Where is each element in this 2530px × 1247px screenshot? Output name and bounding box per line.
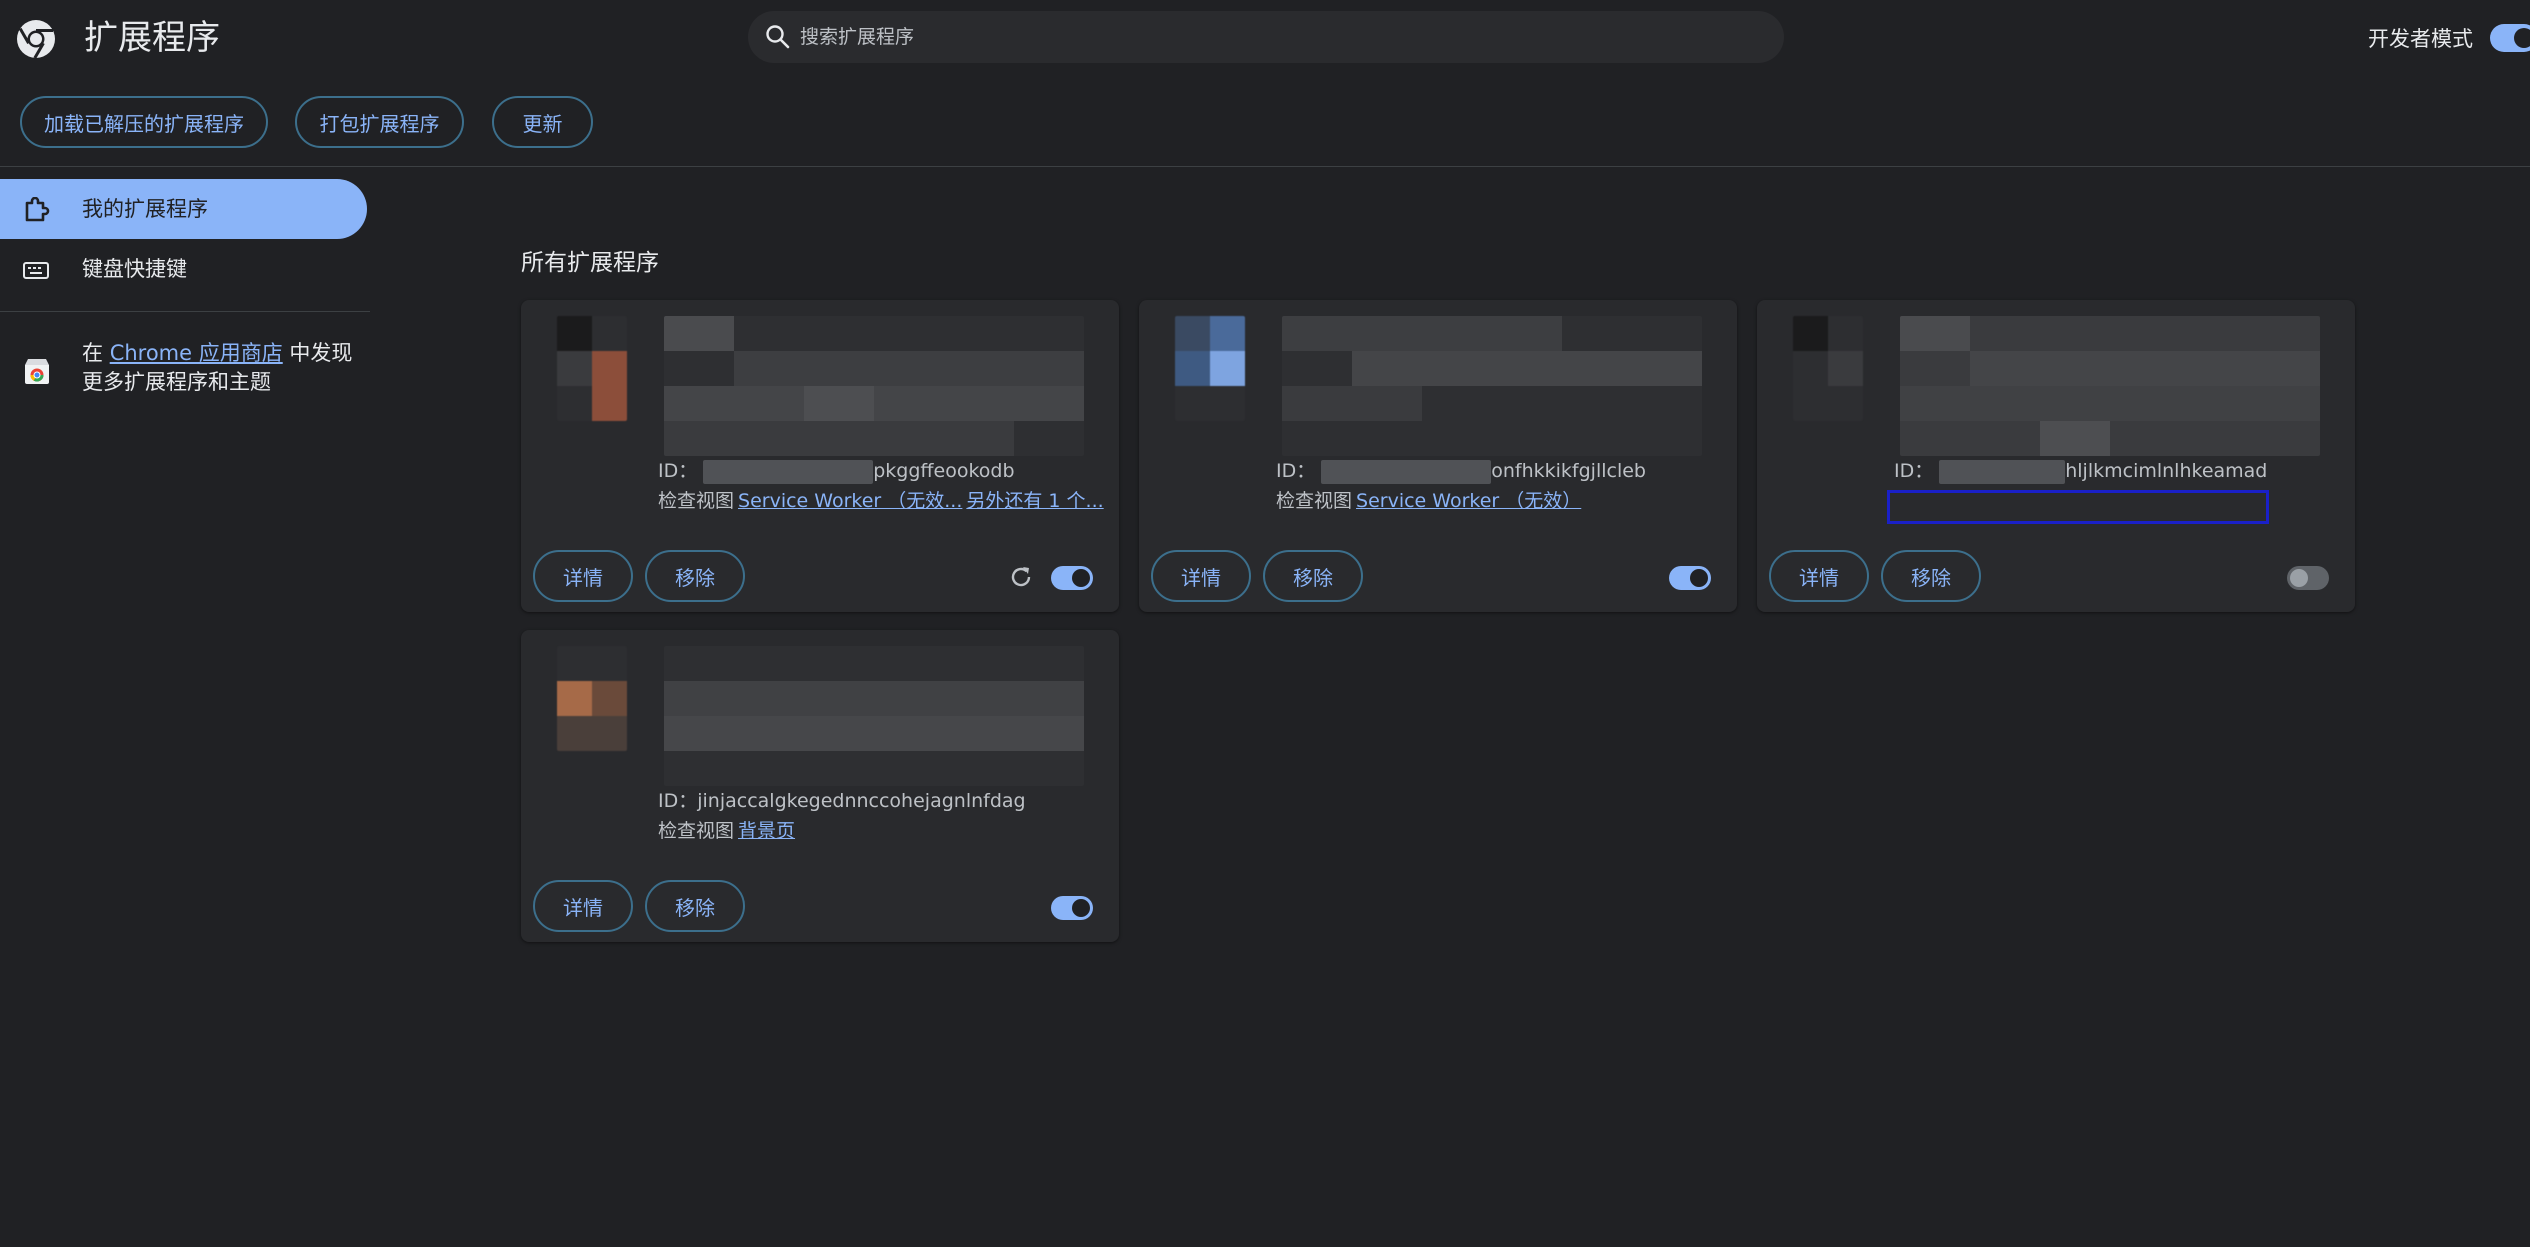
id-prefix: ID： xyxy=(1276,460,1316,482)
toggle-knob xyxy=(2514,28,2530,48)
sidebar-item-keyboard-shortcuts[interactable]: 键盘快捷键 xyxy=(0,239,367,299)
extension-name-pixelated xyxy=(664,646,1084,786)
inspect-prefix: 检查视图 xyxy=(658,490,735,512)
inspect-prefix: 检查视图 xyxy=(658,820,735,842)
section-title: 所有扩展程序 xyxy=(521,250,659,276)
id-prefix: ID： xyxy=(658,790,698,812)
extension-id: ID： hljlkmcimlnlhkeamad xyxy=(1894,458,2267,484)
chrome-web-store-link[interactable]: Chrome 应用商店 xyxy=(110,341,283,365)
extension-name-pixelated xyxy=(664,316,1084,456)
inspect-prefix: 检查视图 xyxy=(1276,490,1353,512)
details-button[interactable]: 详情 xyxy=(1151,550,1251,602)
background-page-link[interactable]: 背景页 xyxy=(738,820,795,842)
load-unpacked-button[interactable]: 加载已解压的扩展程序 xyxy=(20,96,268,148)
extension-card: ID： onfhkkikfgjllcleb 检查视图 Service Worker … xyxy=(1139,300,1737,612)
developer-mode-label: 开发者模式 xyxy=(2368,27,2473,51)
id-full: jinjaccalgkegednnccohejagnlnfdag xyxy=(697,790,1026,812)
inspect-views: 检查视图 Service Worker （无效） xyxy=(1276,488,1581,514)
extension-id: ID： onfhkkikfgjllcleb xyxy=(1276,458,1646,484)
reload-icon[interactable] xyxy=(1008,564,1034,590)
more-views-link[interactable]: 另外还有 1 个... xyxy=(966,490,1103,512)
store-text-prefix: 在 xyxy=(82,341,110,365)
details-button[interactable]: 详情 xyxy=(1769,550,1869,602)
search-box[interactable] xyxy=(748,11,1784,63)
details-button[interactable]: 详情 xyxy=(533,880,633,932)
extension-name-pixelated xyxy=(1282,316,1702,456)
id-suffix: pkggffeookodb xyxy=(873,460,1015,482)
toggle-knob xyxy=(2290,569,2308,587)
remove-button[interactable]: 移除 xyxy=(1263,550,1363,602)
sidebar-item-my-extensions[interactable]: 我的扩展程序 xyxy=(0,179,367,239)
enable-toggle[interactable] xyxy=(2287,566,2329,590)
enable-toggle[interactable] xyxy=(1669,566,1711,590)
sidebar-divider xyxy=(0,311,370,312)
toolbar-divider xyxy=(0,166,2530,167)
id-prefix: ID： xyxy=(1894,460,1934,482)
extension-card: ID： hljlkmcimlnlhkeamad 详情 移除 xyxy=(1757,300,2355,612)
remove-button[interactable]: 移除 xyxy=(645,880,745,932)
details-button[interactable]: 详情 xyxy=(533,550,633,602)
inspect-views: 检查视图 Service Worker （无效... 另外还有 1 个... xyxy=(658,488,1104,514)
extension-icon-pixelated xyxy=(1793,316,1863,421)
developer-mode-toggle[interactable] xyxy=(2490,24,2530,52)
redacted-block xyxy=(703,459,874,484)
sidebar-item-label: 我的扩展程序 xyxy=(82,197,208,221)
page-title: 扩展程序 xyxy=(84,18,220,58)
redacted-block xyxy=(1321,459,1492,484)
enable-toggle[interactable] xyxy=(1051,566,1093,590)
header: 扩展程序 开发者模式 xyxy=(0,0,2530,77)
remove-button[interactable]: 移除 xyxy=(645,550,745,602)
pack-extension-button[interactable]: 打包扩展程序 xyxy=(295,96,464,148)
extension-name-pixelated xyxy=(1900,316,2320,456)
extension-icon-pixelated xyxy=(1175,316,1245,421)
extension-id: ID： pkggffeookodb xyxy=(658,458,1015,484)
keyboard-icon xyxy=(23,262,49,279)
remove-button[interactable]: 移除 xyxy=(1881,550,1981,602)
chrome-web-store-icon xyxy=(25,359,49,384)
service-worker-link[interactable]: Service Worker （无效... xyxy=(738,490,962,512)
extension-id: ID：jinjaccalgkegednnccohejagnlnfdag xyxy=(658,788,1026,814)
id-suffix: hljlkmcimlnlhkeamad xyxy=(2065,460,2268,482)
extension-card: ID： pkggffeookodb 检查视图 Service Worker （无效.… xyxy=(521,300,1119,612)
extension-card: ID：jinjaccalgkegednnccohejagnlnfdag 检查视图… xyxy=(521,630,1119,942)
id-prefix: ID： xyxy=(658,460,698,482)
chrome-logo-icon xyxy=(17,20,55,59)
service-worker-link[interactable]: Service Worker （无效） xyxy=(1356,490,1581,512)
search-input[interactable] xyxy=(798,11,1758,63)
toggle-knob xyxy=(1072,569,1090,587)
puzzle-piece-icon xyxy=(25,197,50,222)
extension-icon-pixelated xyxy=(557,646,627,751)
redacted-block xyxy=(1939,459,2066,484)
search-icon xyxy=(766,25,790,49)
inspect-views: 检查视图 背景页 xyxy=(658,818,795,844)
update-button[interactable]: 更新 xyxy=(492,96,593,148)
extension-icon-pixelated xyxy=(557,316,627,421)
web-store-promo: 在 Chrome 应用商店 中发现更多扩展程序和主题 xyxy=(82,339,372,397)
toggle-knob xyxy=(1690,569,1708,587)
enable-toggle[interactable] xyxy=(1051,896,1093,920)
toggle-knob xyxy=(1072,899,1090,917)
highlight-box xyxy=(1887,490,2269,524)
sidebar-item-label: 键盘快捷键 xyxy=(82,257,187,281)
id-suffix: onfhkkikfgjllcleb xyxy=(1491,460,1646,482)
